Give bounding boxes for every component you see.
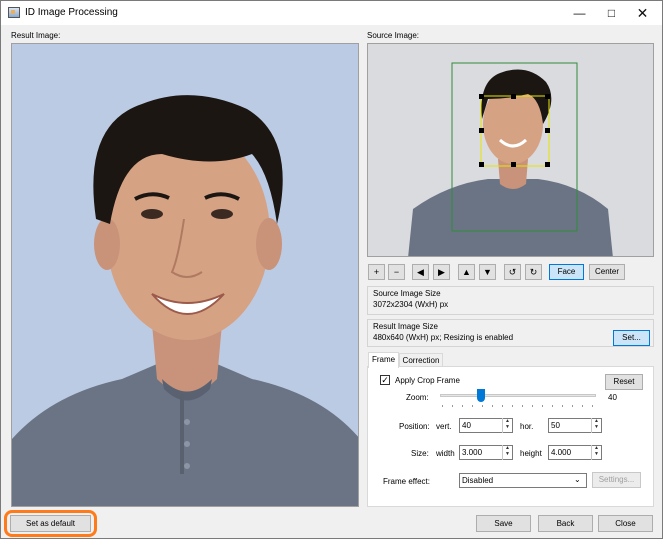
chevron-down-icon[interactable]: ⌄	[574, 475, 581, 484]
result-portrait	[12, 44, 358, 506]
source-image-label: Source Image:	[367, 31, 420, 40]
rotate-cw-button[interactable]: ↻	[525, 264, 542, 280]
back-button[interactable]: Back	[538, 515, 593, 532]
frame-effect-label: Frame effect:	[383, 477, 430, 486]
source-portrait	[368, 44, 653, 256]
app-window: ID Image Processing — □ ✕ Result Image: …	[0, 0, 663, 539]
zoom-slider-track[interactable]	[440, 394, 596, 397]
move-down-button[interactable]: ▼	[479, 264, 496, 280]
face-button[interactable]: Face	[549, 264, 584, 280]
zoom-out-button[interactable]: −	[388, 264, 405, 280]
result-size-box: Result Image Size 480x640 (WxH) px; Resi…	[367, 319, 654, 347]
center-button[interactable]: Center	[589, 264, 625, 280]
source-size-box: Source Image Size 3072x2304 (WxH) px	[367, 286, 654, 315]
tab-frame[interactable]: Frame	[368, 352, 399, 368]
save-button[interactable]: Save	[476, 515, 531, 532]
position-label: Position:	[399, 422, 430, 431]
result-size-label: Result Image Size	[373, 322, 438, 331]
settings-button[interactable]: Settings...	[592, 472, 641, 488]
close-icon[interactable]: ✕	[624, 1, 661, 25]
highlight-ring	[4, 510, 97, 537]
result-image-label: Result Image:	[11, 31, 61, 40]
width-label: width	[436, 449, 455, 458]
source-image	[367, 43, 654, 257]
title-bar: ID Image Processing — □ ✕	[1, 1, 662, 25]
size-label: Size:	[411, 449, 429, 458]
window-title: ID Image Processing	[25, 7, 118, 18]
source-size-value: 3072x2304 (WxH) px	[373, 300, 449, 309]
zoom-label: Zoom:	[406, 393, 429, 402]
zoom-in-button[interactable]: +	[368, 264, 385, 280]
zoom-slider-thumb[interactable]	[477, 389, 485, 402]
apply-crop-checkbox[interactable]: ✓	[380, 375, 390, 385]
vert-label: vert.	[436, 422, 452, 431]
zoom-slider-ticks	[442, 405, 594, 407]
height-stepper[interactable]: ▲ ▼	[591, 445, 601, 460]
reset-button[interactable]: Reset	[605, 374, 643, 390]
move-up-button[interactable]: ▲	[458, 264, 475, 280]
hor-label: hor.	[520, 422, 534, 431]
hor-stepper[interactable]: ▲ ▼	[591, 418, 601, 433]
close-button[interactable]: Close	[598, 515, 653, 532]
zoom-value: 40	[608, 393, 617, 402]
frame-tab-page: ✓ Apply Crop Frame Reset Zoom: 40 Positi…	[367, 366, 654, 507]
vert-stepper[interactable]: ▲ ▼	[502, 418, 512, 433]
frame-effect-select[interactable]: Disabled	[459, 473, 587, 488]
app-icon	[8, 7, 20, 18]
apply-crop-label: Apply Crop Frame	[395, 376, 460, 385]
source-size-label: Source Image Size	[373, 289, 441, 298]
move-right-button[interactable]: ▶	[433, 264, 450, 280]
set-size-button[interactable]: Set...	[613, 330, 650, 346]
result-image	[11, 43, 359, 507]
rotate-ccw-button[interactable]: ↺	[504, 264, 521, 280]
height-label: height	[520, 449, 542, 458]
width-stepper[interactable]: ▲ ▼	[502, 445, 512, 460]
move-left-button[interactable]: ◀	[412, 264, 429, 280]
result-size-value: 480x640 (WxH) px; Resizing is enabled	[373, 333, 514, 342]
